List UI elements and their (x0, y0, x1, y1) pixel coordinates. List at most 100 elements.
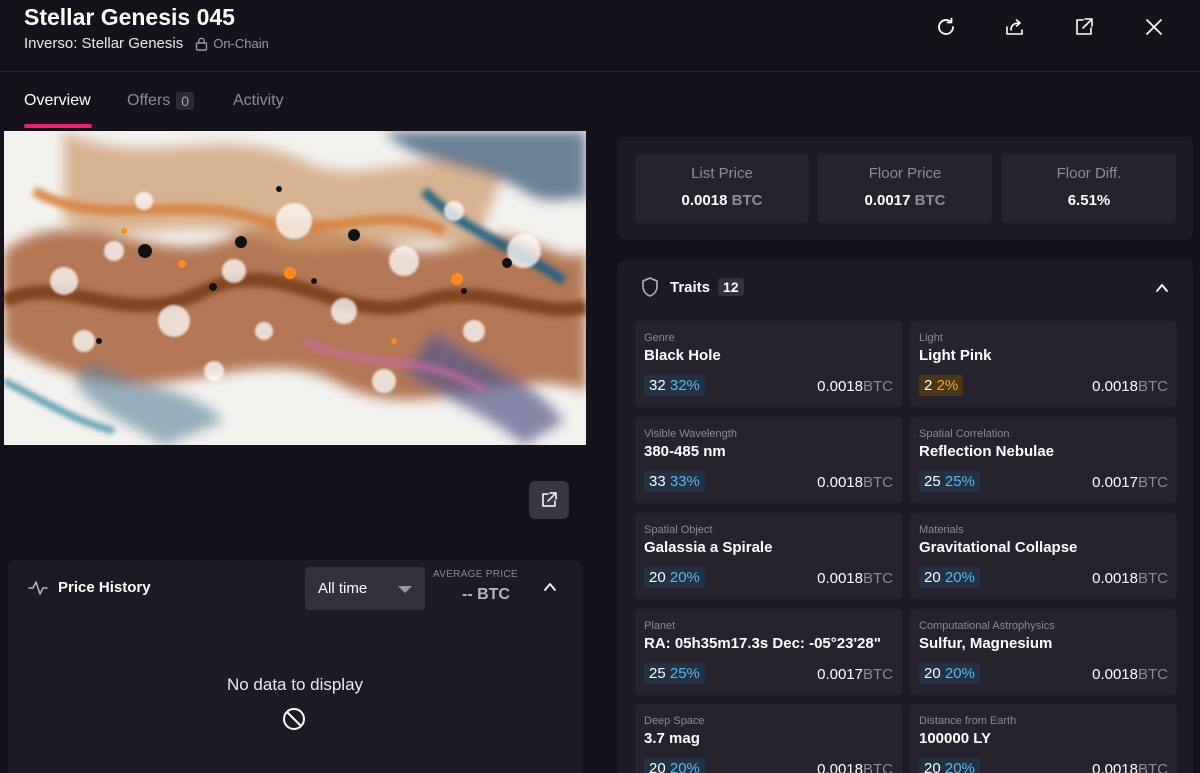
trait-value: 100000 LY (919, 730, 992, 747)
chevron-up-icon (1156, 284, 1168, 292)
price-history-header: Price History (28, 579, 151, 596)
price-history-title: Price History (58, 579, 151, 596)
trait-name: Distance from Earth (919, 715, 1017, 727)
time-range-select[interactable]: All time (305, 567, 425, 610)
trait-floor-price: 0.0018BTC (817, 378, 893, 395)
trait-price-unit: BTC (863, 378, 893, 395)
nft-artwork-image (4, 131, 586, 445)
list-price-card: List Price 0.0018 BTC (635, 154, 809, 223)
trait-name: Computational Astrophysics (919, 620, 1055, 632)
trait-rarity-badge: 20 20% (919, 567, 980, 588)
trait-price-unit: BTC (1138, 378, 1168, 395)
trait-value: RA: 05h35m17.3s Dec: -05°23'28" (644, 635, 881, 652)
trait-rarity-badge: 25 25% (644, 663, 705, 684)
trait-percent: 32% (669, 377, 700, 394)
floor-price-value: 0.0017 BTC (864, 192, 946, 209)
trait-card[interactable]: Spatial Object Galassia a Spirale 20 20% 0.… (635, 513, 902, 599)
trait-price-unit: BTC (863, 761, 893, 773)
trait-percent: 33% (669, 473, 700, 490)
trait-rarity-badge: 2 2% (919, 375, 964, 396)
external-link-button[interactable] (1071, 14, 1097, 40)
trait-count: 32 (649, 377, 666, 394)
trait-count: 2 (924, 377, 933, 394)
average-price-label: AVERAGE PRICE (433, 569, 518, 580)
list-price-value: 0.0018 BTC (681, 192, 763, 209)
trait-rarity-badge: 20 20% (644, 758, 705, 773)
trait-floor-price: 0.0018BTC (1092, 666, 1168, 683)
active-tab-indicator (24, 124, 92, 128)
trait-card[interactable]: Visible Wavelength 380-485 nm 33 33% 0.0018… (635, 417, 902, 503)
chevron-down-icon (398, 586, 412, 593)
trait-floor-price: 0.0018BTC (817, 570, 893, 587)
trait-card[interactable]: Light Light Pink 2 2% 0.0018BTC (910, 321, 1177, 407)
tab-overview[interactable]: Overview (24, 92, 91, 110)
time-range-value: All time (318, 580, 368, 597)
external-link-icon (1076, 18, 1093, 35)
trait-floor-price: 0.0017BTC (817, 666, 893, 683)
trait-card[interactable]: Spatial Correlation Reflection Nebulae 25 … (910, 417, 1177, 503)
trait-name: Visible Wavelength (644, 428, 737, 440)
close-button[interactable] (1141, 14, 1167, 40)
trait-price-unit: BTC (1138, 666, 1168, 683)
trait-name: Materials (919, 524, 964, 536)
trait-rarity-badge: 20 20% (644, 567, 705, 588)
trait-value: Light Pink (919, 347, 992, 364)
floor-price-label: Floor Price (868, 165, 942, 182)
list-price-label: List Price (691, 165, 753, 182)
trait-price-unit: BTC (1138, 570, 1168, 587)
traits-panel: Traits 12 Genre Black Hole 32 32% 0.0018BTC… (618, 260, 1193, 773)
refresh-icon (938, 17, 954, 35)
trait-name: Spatial Correlation (919, 428, 1010, 440)
tab-bar: Overview Offers 0 Activity (0, 72, 600, 130)
trait-floor-price: 0.0018BTC (817, 761, 893, 773)
trait-value: 380-485 nm (644, 443, 726, 460)
traits-header: Traits 12 (640, 276, 744, 298)
collection-link[interactable]: Inverso: Stellar Genesis (24, 35, 183, 52)
tab-activity[interactable]: Activity (233, 92, 284, 110)
trait-count: 20 (924, 569, 941, 586)
trait-price-value: 0.0018 (817, 761, 863, 773)
collection-subtitle: Inverso: Stellar Genesis On-Chain (24, 35, 269, 52)
refresh-button[interactable] (933, 14, 959, 40)
trait-percent: 2% (936, 377, 959, 394)
collapse-traits-button[interactable] (1154, 280, 1170, 301)
trait-price-value: 0.0018 (817, 474, 863, 491)
share-button[interactable] (1002, 14, 1028, 40)
trait-card[interactable]: Materials Gravitational Collapse 20 20% 0.0… (910, 513, 1177, 599)
trait-card[interactable]: Genre Black Hole 32 32% 0.0018BTC (635, 321, 902, 407)
trait-floor-price: 0.0018BTC (1092, 378, 1168, 395)
floor-diff-card: Floor Diff. 6.51% (1002, 154, 1176, 223)
trait-card[interactable]: Deep Space 3.7 mag 20 20% 0.0018BTC (635, 704, 902, 773)
trait-count: 20 (924, 760, 941, 773)
price-history-panel: Price History All time AVERAGE PRICE -- … (8, 560, 582, 773)
trait-name: Light (919, 332, 943, 344)
collapse-price-history-button[interactable] (542, 579, 558, 600)
shield-icon (642, 277, 658, 297)
trait-value: Galassia a Spirale (644, 539, 773, 556)
trait-price-value: 0.0017 (1092, 474, 1138, 491)
floor-diff-label: Floor Diff. (1056, 165, 1122, 182)
tab-offers-label: Offers (127, 92, 171, 109)
trait-rarity-badge: 25 25% (919, 471, 980, 492)
trait-card[interactable]: Computational Astrophysics Sulfur, Magnes… (910, 609, 1177, 695)
trait-percent: 25% (944, 473, 975, 490)
trait-value: Reflection Nebulae (919, 443, 1055, 460)
trait-count: 20 (649, 569, 666, 586)
trait-price-value: 0.0018 (817, 570, 863, 587)
trait-price-unit: BTC (1138, 761, 1168, 773)
activity-pulse-icon (28, 580, 48, 595)
trait-count: 25 (649, 665, 666, 682)
trait-name: Spatial Object (644, 524, 713, 536)
tab-offers[interactable]: Offers 0 (127, 92, 195, 110)
trait-count: 33 (649, 473, 666, 490)
trait-floor-price: 0.0018BTC (1092, 761, 1168, 773)
trait-percent: 20% (944, 665, 975, 682)
trait-card[interactable]: Planet RA: 05h35m17.3s Dec: -05°23'28" 25 … (635, 609, 902, 695)
trait-value: Gravitational Collapse (919, 539, 1078, 556)
trait-price-value: 0.0018 (1092, 570, 1138, 587)
trait-card[interactable]: Distance from Earth 100000 LY 20 20% 0.0018… (910, 704, 1177, 773)
expand-image-button[interactable] (529, 481, 569, 519)
on-chain-label: On-Chain (213, 36, 269, 51)
share-icon (1006, 19, 1023, 35)
trait-count: 20 (649, 760, 666, 773)
